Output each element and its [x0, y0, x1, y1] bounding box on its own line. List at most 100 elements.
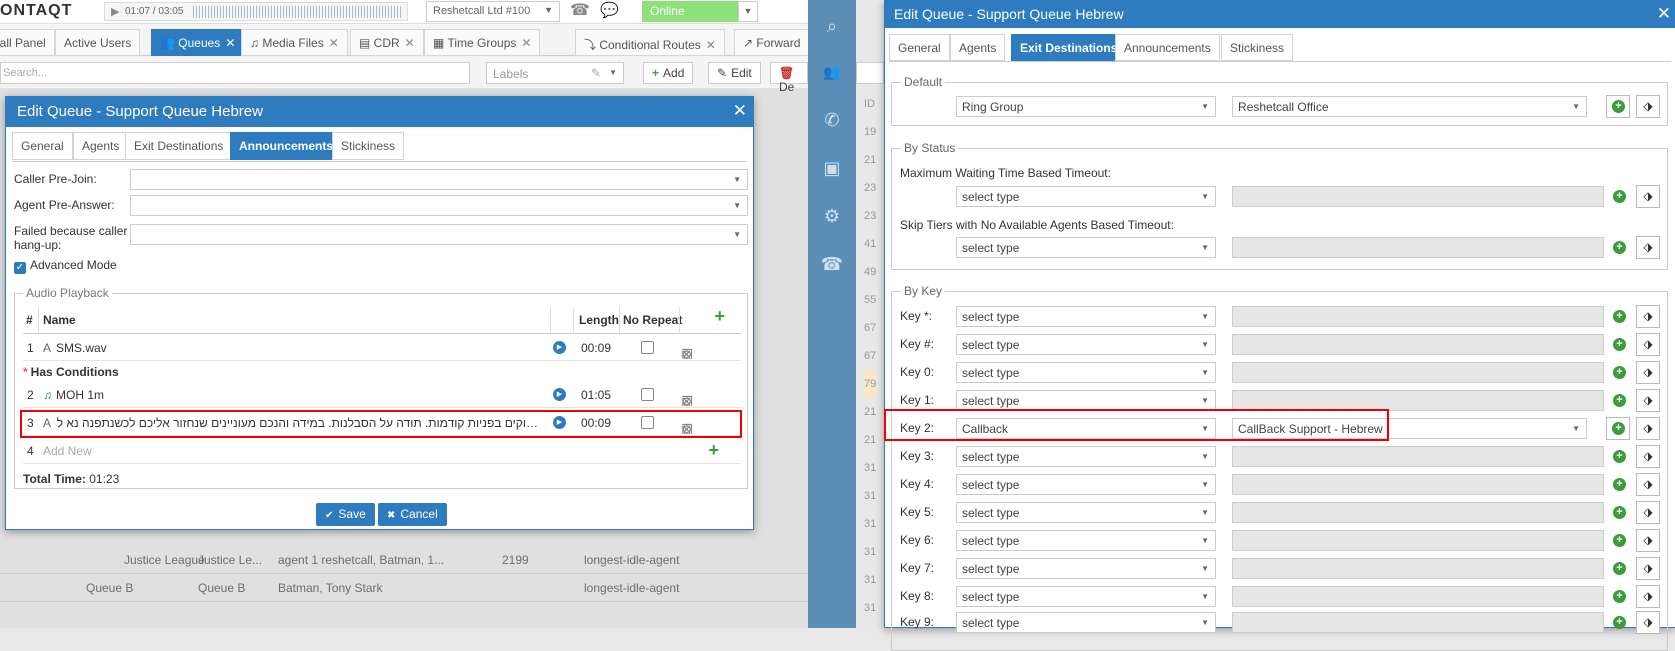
add-button[interactable]: +	[1606, 417, 1630, 440]
tag-icon[interactable]: ⬗	[1636, 236, 1660, 259]
plus-icon[interactable]: +	[1613, 394, 1626, 407]
delete-button[interactable]: 🗑De	[770, 62, 808, 94]
edit-button[interactable]: ✎ Edit	[708, 62, 761, 84]
add-new-plus-icon[interactable]: +	[708, 440, 719, 461]
key-type-select[interactable]: select type ▼	[956, 558, 1216, 579]
tag-icon[interactable]: ⬗	[1636, 389, 1660, 412]
contacts-icon[interactable]: ▣	[808, 158, 856, 179]
cancel-button[interactable]: ✖ Cancel	[378, 503, 447, 526]
caller-prejoin-select[interactable]: ▼	[130, 169, 748, 190]
tag-icon[interactable]: ⬗	[1636, 557, 1660, 580]
plus-icon[interactable]: +	[1613, 590, 1626, 603]
tag-icon[interactable]: ⬗	[1636, 361, 1660, 384]
plus-icon[interactable]: +	[1613, 338, 1626, 351]
key-type-select[interactable]: select type ▼	[956, 362, 1216, 383]
telephone-icon[interactable]: ☎	[808, 254, 856, 275]
gear-icon[interactable]: ⚙	[808, 206, 856, 227]
tab-conditional-routes[interactable]: ⤵ Conditional Routes ✕	[575, 29, 725, 56]
tab-agents[interactable]: Agents	[73, 132, 129, 160]
tag-icon[interactable]: ⬗	[1636, 445, 1660, 468]
plus-icon[interactable]: +	[1613, 450, 1626, 463]
plus-icon[interactable]: +	[1613, 366, 1626, 379]
plus-icon[interactable]: +	[1613, 534, 1626, 547]
tab-exit-destinations[interactable]: Exit Destinations	[125, 132, 233, 160]
plus-icon[interactable]: +	[1613, 310, 1626, 323]
search-icon[interactable]: ⌕	[808, 16, 856, 37]
chevron-down-icon[interactable]: ▼	[738, 1, 758, 22]
key-type-select[interactable]: select type ▼	[956, 530, 1216, 551]
play-icon[interactable]: ▶	[553, 388, 566, 401]
skip-tiers-type-select[interactable]: select type ▼	[956, 237, 1216, 258]
add-button[interactable]: +	[1606, 95, 1630, 118]
add-new-row[interactable]: 4 Add New +	[23, 438, 741, 464]
tab-cdr[interactable]: ▤ CDR ✕	[350, 29, 424, 56]
users-icon[interactable]: 👥	[808, 64, 856, 81]
agent-preanswer-select[interactable]: ▼	[130, 195, 748, 216]
default-destination-select[interactable]: Reshetcall Office ▼	[1232, 96, 1587, 117]
tab-time-groups[interactable]: ▦ Time Groups ✕	[424, 29, 541, 56]
close-icon[interactable]: ✕	[681, 347, 695, 363]
close-icon[interactable]: ✕	[706, 38, 716, 52]
close-icon[interactable]: ✕	[681, 394, 695, 410]
close-icon[interactable]: ✕	[329, 36, 339, 50]
waveform[interactable]	[193, 6, 403, 18]
add-new-input[interactable]: Add New	[43, 444, 92, 458]
plus-icon[interactable]: +	[1613, 190, 1626, 203]
tag-icon[interactable]: ⬗	[1636, 333, 1660, 356]
audio-row[interactable]: 1 A SMS.wav ▶ 00:09 ⚙ ❐ ✕	[23, 335, 741, 363]
tab-announcements[interactable]: Announcements	[1115, 34, 1220, 61]
key-type-select[interactable]: select type ▼	[956, 474, 1216, 495]
plus-icon[interactable]: +	[1613, 241, 1626, 254]
play-icon[interactable]: ▶	[111, 5, 119, 18]
tag-icon[interactable]: ⬗	[1636, 585, 1660, 608]
add-audio-plus-icon[interactable]: +	[714, 306, 725, 327]
key-type-select[interactable]: select type ▼	[956, 306, 1216, 327]
key-type-select[interactable]: select type ▼	[956, 446, 1216, 467]
tab-forward[interactable]: ↗ Forward	[734, 29, 808, 56]
close-icon[interactable]: ✕	[225, 36, 235, 50]
plus-icon[interactable]: +	[1613, 616, 1626, 629]
chat-icon[interactable]: 💬	[600, 1, 619, 19]
tab-exit-destinations[interactable]: Exit Destinations	[1011, 34, 1127, 61]
close-icon[interactable]: ✕	[521, 36, 531, 50]
save-button[interactable]: ✔ Save	[316, 503, 375, 526]
search-input[interactable]: Search...	[0, 62, 470, 84]
plus-icon[interactable]: +	[1613, 506, 1626, 519]
company-select[interactable]: Reshetcall Ltd #100 ▼	[426, 1, 560, 22]
advanced-mode-checkbox[interactable]: ✓ Advanced Mode	[14, 258, 117, 274]
key-type-select[interactable]: select type ▼	[956, 390, 1216, 411]
play-icon[interactable]: ▶	[553, 341, 566, 354]
tab-stickiness[interactable]: Stickiness	[332, 132, 405, 160]
tab-call-panel[interactable]: Call Panel	[0, 29, 55, 56]
close-icon[interactable]: ✕	[733, 101, 747, 121]
tag-icon[interactable]: ⬗	[1636, 185, 1660, 208]
tag-icon[interactable]: ⬗	[1636, 473, 1660, 496]
plus-icon[interactable]: +	[1613, 478, 1626, 491]
plus-icon[interactable]: +	[1613, 562, 1626, 575]
no-repeat-checkbox[interactable]	[641, 388, 654, 401]
audio-row[interactable]: 2 ♫ MOH 1m ▶ 01:05 ⚙ ❐ ✕	[23, 382, 741, 410]
close-icon[interactable]: ✕	[405, 36, 415, 50]
tag-icon[interactable]: ⬗	[1636, 501, 1660, 524]
tag-icon[interactable]: ⬗	[1636, 529, 1660, 552]
tab-media-files[interactable]: ♫ Media Files ✕	[241, 29, 348, 56]
tag-icon[interactable]: ⬗	[1636, 95, 1660, 118]
tab-general[interactable]: General	[12, 132, 73, 160]
key-type-select[interactable]: select type ▼	[956, 612, 1216, 633]
softphone-icon[interactable]: ☎	[570, 0, 592, 22]
no-repeat-checkbox[interactable]	[641, 341, 654, 354]
tag-icon[interactable]: ⬗	[1636, 611, 1660, 634]
labels-select[interactable]: Labels ✎ ▼	[486, 62, 624, 84]
phone-icon[interactable]: ✆	[808, 110, 856, 131]
add-button[interactable]: + Add	[643, 62, 694, 84]
tag-icon[interactable]: ⬗	[1636, 417, 1660, 440]
audio-player[interactable]: ▶ 01:07 / 03:05	[104, 2, 408, 21]
max-wait-type-select[interactable]: select type ▼	[956, 186, 1216, 207]
failed-hangup-select[interactable]: ▼	[130, 224, 748, 245]
tab-stickiness[interactable]: Stickiness	[1221, 34, 1294, 61]
default-type-select[interactable]: Ring Group ▼	[956, 96, 1216, 117]
key-type-select[interactable]: select type ▼	[956, 586, 1216, 607]
tab-active-users[interactable]: Active Users	[55, 29, 141, 56]
tag-icon[interactable]: ⬗	[1636, 305, 1660, 328]
key-type-select[interactable]: select type ▼	[956, 502, 1216, 523]
